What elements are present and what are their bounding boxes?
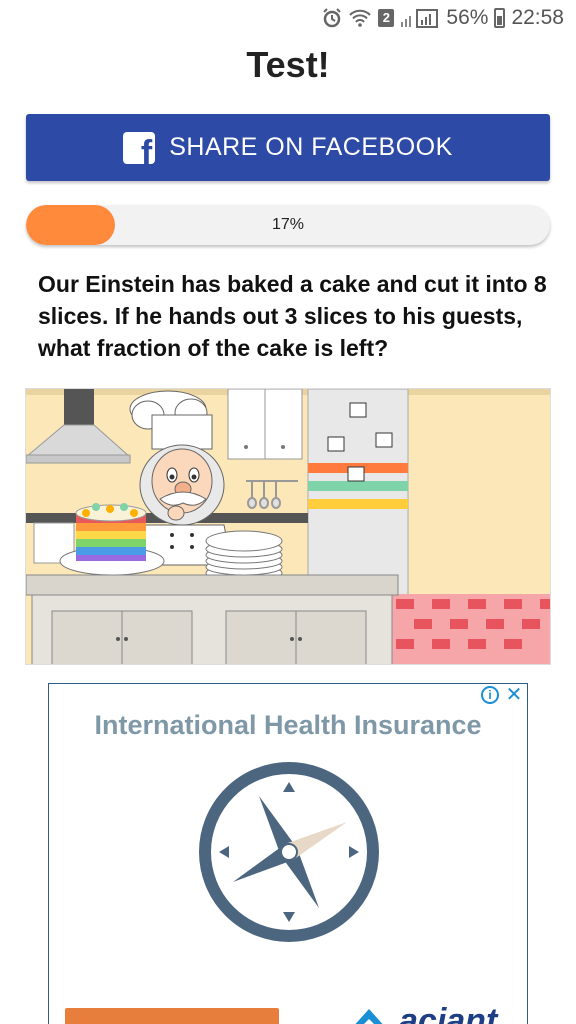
ad-cta-button[interactable] — [65, 1008, 279, 1024]
wifi-icon — [349, 9, 372, 27]
status-bar: 2 56% 22:58 — [0, 0, 576, 38]
quiz-progress-bar: 17% — [26, 205, 550, 245]
sim-slot-badge: 2 — [378, 9, 395, 27]
battery-icon — [494, 8, 506, 28]
chef-with-cake-illustration — [25, 388, 551, 665]
close-icon[interactable]: ✕ — [505, 685, 523, 705]
clock: 22:58 — [511, 6, 564, 29]
signal-icon — [401, 9, 439, 28]
battery-percent: 56% — [446, 6, 489, 29]
info-icon[interactable]: i — [481, 686, 499, 704]
quiz-progress-label: 17% — [271, 216, 305, 233]
ad-controls: i ✕ — [481, 685, 523, 705]
ad-title[interactable]: International Health Insurance — [49, 710, 527, 741]
facebook-icon: f — [123, 131, 156, 164]
advertisement[interactable]: i ✕ International Health Insurance acian… — [48, 683, 528, 1024]
share-facebook-button[interactable]: f SHARE ON FACEBOOK — [26, 114, 550, 181]
brand-logo-icon — [355, 1008, 383, 1024]
page-title: Test! — [246, 44, 330, 85]
share-facebook-label: SHARE ON FACEBOOK — [169, 133, 453, 161]
ad-brand-name: aciant — [399, 1002, 498, 1024]
status-icons: 2 56% 22:58 — [322, 6, 564, 30]
ad-brand[interactable]: aciant — [349, 1002, 497, 1024]
compass-icon — [199, 762, 379, 942]
alarm-icon — [323, 8, 342, 28]
question-text: Our Einstein has baked a cake and cut it… — [38, 271, 547, 361]
